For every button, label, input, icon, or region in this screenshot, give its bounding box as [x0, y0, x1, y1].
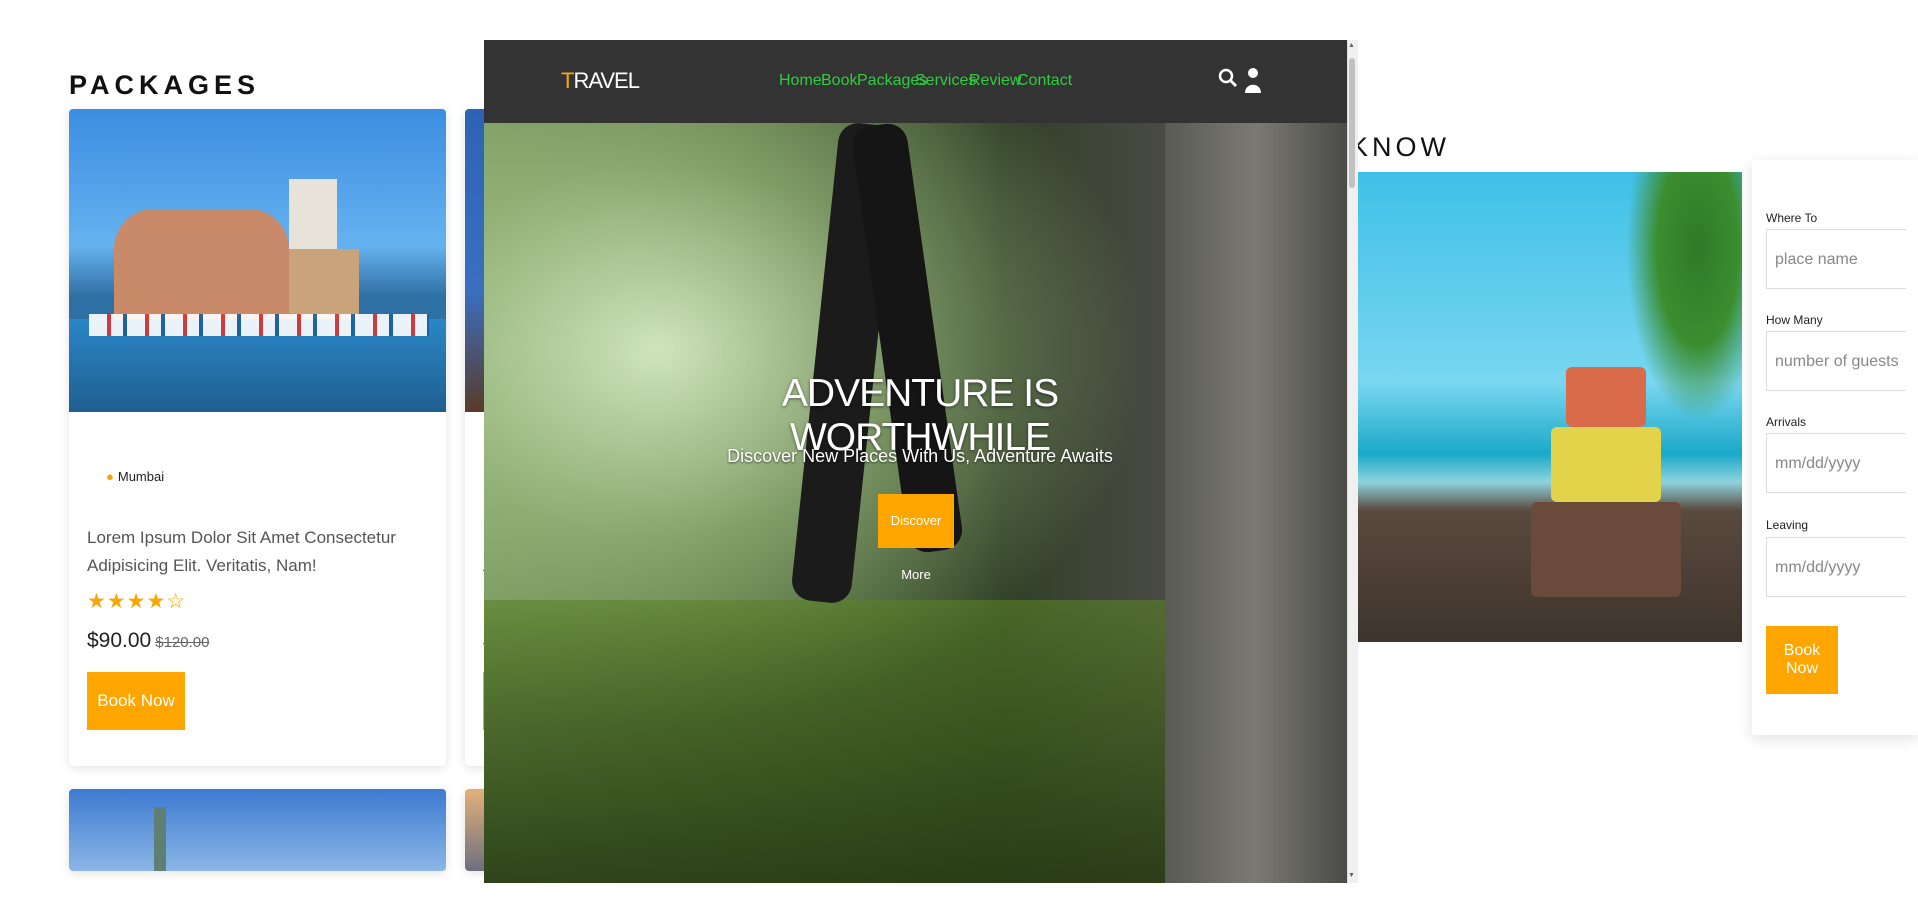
book-now-submit-button[interactable]: Book Now [1766, 626, 1838, 694]
suitcase-brown [1531, 502, 1681, 597]
map-marker-icon: ● [106, 469, 114, 484]
book-image-suitcases [1356, 172, 1742, 642]
package-card-3-partial [69, 789, 446, 871]
package-price-row: $90.00 $120.00 [87, 629, 209, 653]
nav-review[interactable]: Review [969, 72, 1021, 90]
arrivals-date-input[interactable]: mm/dd/yyyy [1766, 433, 1906, 493]
search-icon[interactable] [1216, 66, 1240, 90]
rating-stars: ★★★★☆ [87, 590, 187, 613]
package-location: ● Mumbai [106, 469, 165, 484]
nav-book[interactable]: Book [821, 72, 857, 90]
book-heading-partial: KNOW [1350, 132, 1450, 162]
user-icon[interactable] [1243, 66, 1263, 94]
arrivals-label: Arrivals [1766, 415, 1807, 429]
scrollbar-thumb[interactable] [1349, 58, 1355, 188]
package-image-mumbai [69, 109, 446, 412]
booking-form: Where To place name How Many number of g… [1752, 160, 1918, 735]
nav-home[interactable]: Home [779, 72, 822, 90]
scroll-up-arrow-icon[interactable]: ▲ [1348, 42, 1355, 49]
palm-tree [1626, 172, 1742, 422]
book-now-button[interactable]: Book Now [87, 672, 185, 730]
packages-heading: PACKAGES [69, 70, 261, 100]
hero-subtitle: Discover New Places With Us, Adventure A… [727, 446, 1113, 466]
package-price: $90.00 [87, 629, 152, 652]
how-many-input[interactable]: number of guests [1766, 331, 1906, 391]
travel-logo[interactable]: TRAVEL [561, 68, 640, 94]
where-to-label: Where To [1766, 211, 1818, 225]
where-to-input[interactable]: place name [1766, 229, 1906, 289]
suitcase-yellow [1551, 427, 1661, 502]
hero-tree-trunk [1165, 123, 1347, 883]
nav-contact[interactable]: Contact [1017, 72, 1072, 90]
nav-services[interactable]: Services [915, 72, 976, 90]
statue-silhouette [154, 807, 166, 871]
leaving-date-input[interactable]: mm/dd/yyyy [1766, 537, 1906, 597]
how-many-label: How Many [1766, 313, 1823, 327]
scroll-down-arrow-icon[interactable]: ▼ [1348, 872, 1355, 879]
discover-more-button[interactable]: Discover More [878, 494, 954, 582]
package-description: Lorem Ipsum Dolor Sit Amet Consectetur A… [87, 528, 396, 575]
leaving-label: Leaving [1766, 518, 1809, 532]
package-old-price: $120.00 [155, 634, 210, 651]
package-card-mumbai: ● Mumbai Lorem Ipsum Dolor Sit Amet Conse… [69, 109, 446, 766]
